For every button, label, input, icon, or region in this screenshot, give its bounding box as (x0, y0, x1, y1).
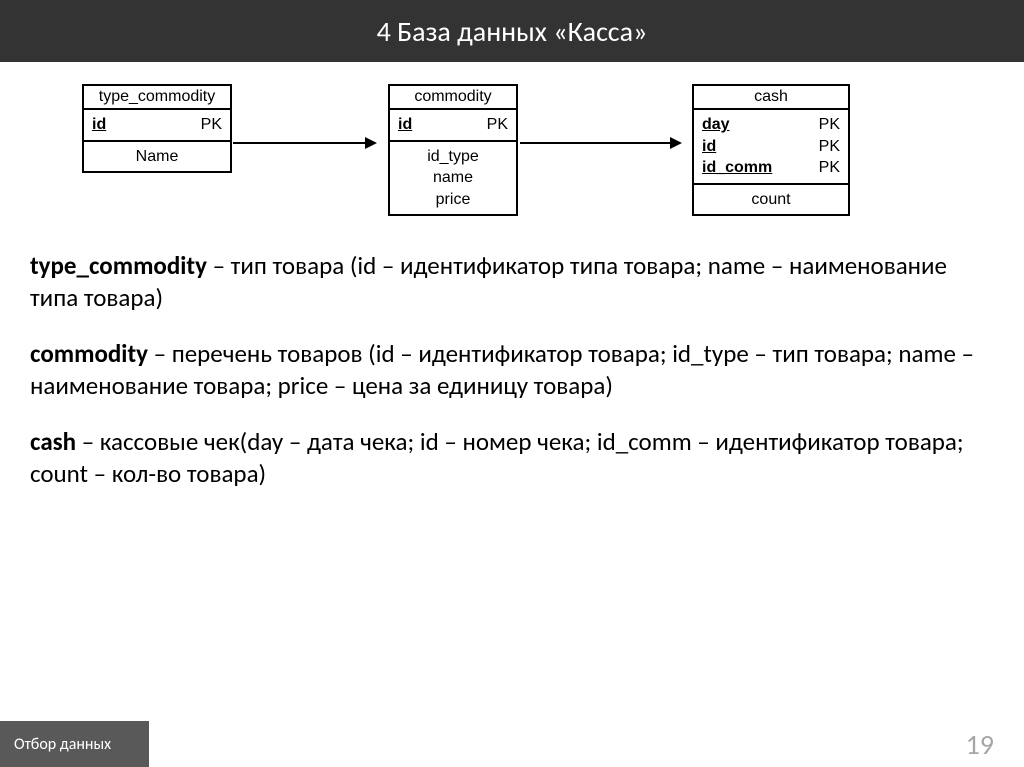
pk-mark: PK (819, 114, 840, 136)
table-title: type_commodity (84, 86, 230, 110)
pk-field: id_comm (702, 157, 772, 179)
term: type_commodity (30, 250, 207, 281)
attr: price (398, 189, 508, 211)
pk-field: id (702, 136, 716, 158)
table-title: commodity (390, 86, 516, 110)
table-type-commodity: type_commodity id PK Name (82, 84, 232, 173)
desc-type-commodity: type_commodity – тип товара (id – иденти… (30, 250, 994, 314)
pk-mark: PK (201, 114, 222, 136)
descriptions: type_commodity – тип товара (id – иденти… (0, 232, 1024, 490)
attr: name (398, 167, 508, 189)
pk-field: day (702, 114, 730, 136)
er-diagram: type_commodity id PK Name commodity id P… (0, 62, 1024, 232)
attr: id_type (398, 146, 508, 168)
pk-field: id (92, 114, 106, 136)
definition: – перечень товаров (id – идентификатор т… (30, 338, 974, 401)
pk-mark: PK (819, 136, 840, 158)
slide-footer: Отбор данных 19 (0, 721, 1024, 767)
relation-arrow (233, 142, 375, 144)
term: cash (30, 426, 76, 457)
table-title: cash (694, 86, 848, 110)
relation-arrow (520, 142, 680, 144)
slide-header: 4 База данных «Касса» (0, 0, 1024, 62)
page-number: 19 (966, 721, 1024, 767)
attr: count (702, 189, 840, 211)
attr: Name (92, 146, 222, 168)
footer-spacer (149, 721, 966, 767)
footer-label: Отбор данных (0, 721, 149, 767)
table-commodity: commodity id PK id_type name price (388, 84, 518, 216)
term: commodity (30, 338, 148, 369)
pk-field: id (398, 114, 412, 136)
pk-mark: PK (487, 114, 508, 136)
table-cash: cash day PK id PK id_comm PK count (692, 84, 850, 216)
slide-title: 4 База данных «Касса» (377, 14, 648, 49)
desc-commodity: commodity – перечень товаров (id – идент… (30, 338, 994, 402)
definition: – кассовые чек(day – дата чека; id – ном… (30, 426, 964, 489)
pk-mark: PK (819, 157, 840, 179)
desc-cash: cash – кассовые чек(day – дата чека; id … (30, 426, 994, 490)
